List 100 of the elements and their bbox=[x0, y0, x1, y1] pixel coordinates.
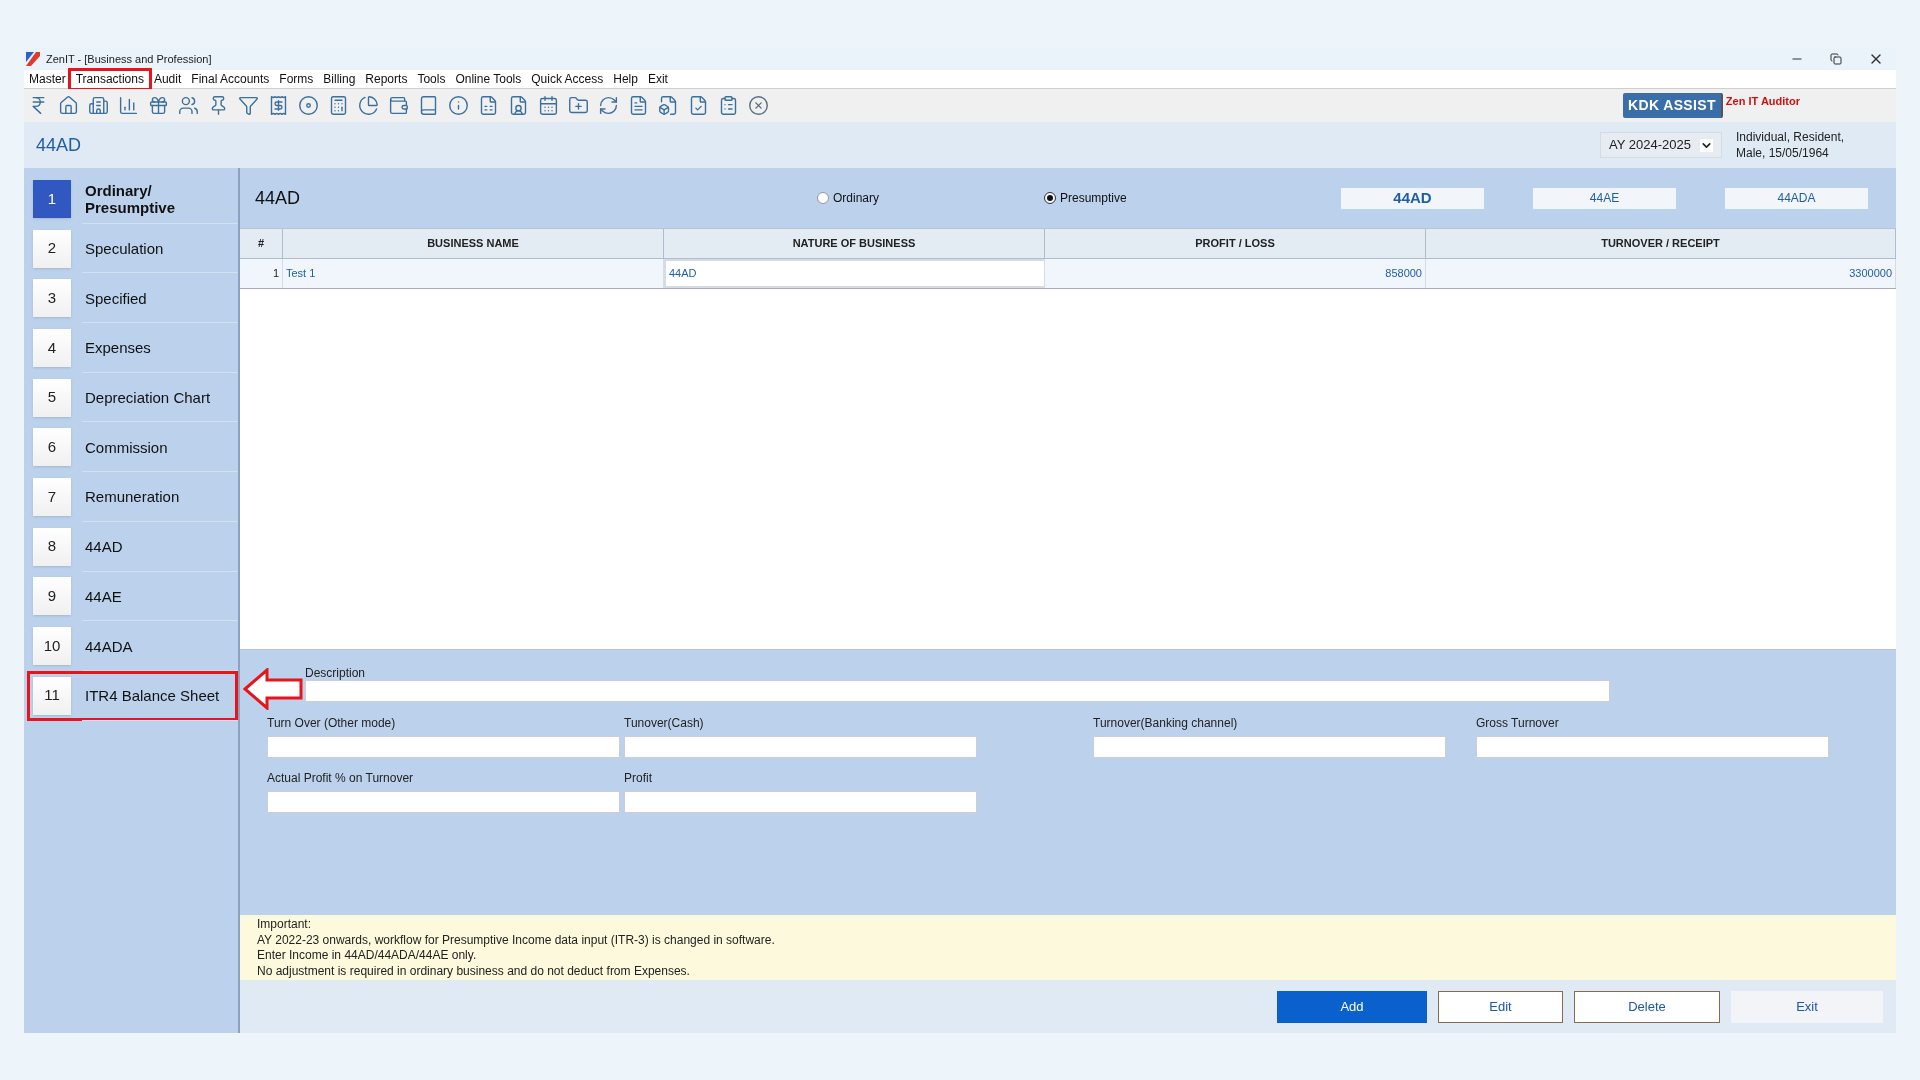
menu-item[interactable]: Transactions bbox=[70, 70, 149, 88]
assist-button[interactable]: KDK ASSIST bbox=[1623, 93, 1723, 118]
filter-icon[interactable] bbox=[238, 95, 259, 116]
pointer-arrow bbox=[243, 668, 303, 710]
home-icon[interactable] bbox=[58, 95, 79, 116]
profile-text: Individual, Resident, bbox=[1736, 129, 1846, 145]
step-number: 2 bbox=[33, 229, 71, 268]
step-number: 9 bbox=[33, 577, 71, 616]
step-number: 3 bbox=[33, 279, 71, 318]
radio-label: Presumptive bbox=[1060, 190, 1127, 207]
page-title: 44AD bbox=[36, 133, 82, 157]
note-text: Enter Income in 44AD/44ADA/44AE only. bbox=[257, 948, 478, 964]
sidebar-item[interactable]: 9 44AE bbox=[27, 571, 238, 622]
restore-icon[interactable] bbox=[1830, 53, 1842, 65]
sidebar-item[interactable]: 10 44ADA bbox=[27, 621, 238, 671]
step-number: 1 bbox=[33, 179, 71, 218]
menu-item[interactable]: Tools bbox=[412, 70, 451, 88]
sidebar-item[interactable]: 7 Remuneration bbox=[27, 472, 238, 522]
section-tab[interactable]: 44ADA bbox=[1725, 187, 1868, 209]
action-button[interactable]: Edit bbox=[1438, 990, 1563, 1023]
bar-chart-icon[interactable] bbox=[118, 95, 139, 116]
dropdown-caret-icon bbox=[1700, 138, 1713, 152]
action-button[interactable]: Exit bbox=[1731, 990, 1883, 1023]
note-text: Important: bbox=[257, 917, 313, 933]
book-icon[interactable] bbox=[418, 95, 439, 116]
sidebar-item[interactable]: 11 ITR4 Balance Sheet bbox=[27, 670, 238, 721]
product-name: Zen IT Auditor bbox=[1725, 94, 1800, 109]
menu-item[interactable]: Billing bbox=[318, 70, 361, 88]
step-label: 44AD bbox=[85, 538, 124, 556]
menu-item[interactable]: Help bbox=[608, 70, 643, 88]
calculator-icon[interactable] bbox=[328, 95, 349, 116]
field-label: Profit bbox=[624, 771, 653, 785]
step-label: Depreciation Chart bbox=[85, 389, 212, 407]
sidebar-item[interactable]: 5 Depreciation Chart bbox=[27, 372, 238, 423]
step-number: 7 bbox=[33, 477, 71, 516]
clipboard-icon[interactable] bbox=[718, 95, 739, 116]
menu-item[interactable]: Final Accounts bbox=[186, 70, 275, 88]
menu-item[interactable]: Reports bbox=[360, 70, 413, 88]
gift-icon[interactable] bbox=[148, 95, 169, 116]
receipt-icon[interactable] bbox=[268, 95, 289, 116]
document-icon[interactable] bbox=[628, 95, 649, 116]
close-circle-icon[interactable] bbox=[748, 95, 769, 116]
step-label: Expenses bbox=[85, 339, 152, 357]
amount-field[interactable] bbox=[1476, 736, 1829, 758]
sidebar-item[interactable]: 4 Expenses bbox=[27, 323, 238, 373]
sidebar-item[interactable]: 8 44AD bbox=[27, 521, 238, 572]
step-label: Commission bbox=[85, 438, 169, 456]
wallet-icon[interactable] bbox=[388, 95, 409, 116]
field-label: Turnover(Banking channel) bbox=[1093, 716, 1239, 730]
amount-field[interactable] bbox=[624, 736, 977, 758]
section-tab[interactable]: 44AE bbox=[1533, 187, 1676, 209]
app-logo-icon bbox=[26, 52, 40, 66]
people-icon[interactable] bbox=[178, 95, 199, 116]
menu-item[interactable]: Master bbox=[24, 70, 71, 88]
amount-field[interactable] bbox=[267, 736, 620, 758]
disc-icon[interactable] bbox=[298, 95, 319, 116]
folder-icon[interactable] bbox=[568, 95, 589, 116]
field-label: Actual Profit % on Turnover bbox=[267, 771, 415, 785]
action-button[interactable]: Add bbox=[1277, 990, 1427, 1023]
field-label: Turn Over (Other mode) bbox=[267, 716, 397, 730]
year-dropdown[interactable]: AY 2024-2025 bbox=[1600, 132, 1722, 158]
sidebar-item[interactable]: 6 Commission bbox=[27, 422, 238, 473]
amount-field[interactable] bbox=[1093, 736, 1446, 758]
amount-field[interactable] bbox=[624, 791, 977, 813]
sheet-icon[interactable] bbox=[478, 95, 499, 116]
menu-item[interactable]: Quick Access bbox=[526, 70, 609, 88]
radio-button[interactable] bbox=[817, 192, 829, 204]
note-text: No adjustment is required in ordinary business and do not deduct from Expenses. bbox=[257, 963, 691, 979]
step-label: 44ADA bbox=[85, 637, 134, 655]
step-label: Specified bbox=[85, 289, 148, 307]
checked-file-icon[interactable] bbox=[688, 95, 709, 116]
description-field[interactable] bbox=[305, 680, 1610, 702]
step-number: 8 bbox=[33, 527, 71, 566]
pie-chart-icon[interactable] bbox=[358, 95, 379, 116]
file-icon[interactable] bbox=[658, 95, 679, 116]
info-icon[interactable] bbox=[448, 95, 469, 116]
sidebar-item[interactable]: 2 Speculation bbox=[27, 223, 238, 274]
user-file-icon[interactable] bbox=[508, 95, 529, 116]
amount-field[interactable] bbox=[267, 791, 620, 813]
step-number: 11 bbox=[33, 676, 71, 715]
section-tab[interactable]: 44AD bbox=[1341, 187, 1484, 209]
step-number: 6 bbox=[33, 428, 71, 467]
table-cell: 44AD bbox=[664, 259, 1045, 288]
sidebar-item[interactable]: 3 Specified bbox=[27, 273, 238, 324]
building-icon[interactable] bbox=[88, 95, 109, 116]
window-title: ZenIT - [Business and Profession] bbox=[46, 51, 212, 67]
menu-item[interactable]: Forms bbox=[274, 70, 319, 88]
panel-title: 44AD bbox=[255, 186, 302, 210]
menu-item[interactable]: Online Tools bbox=[450, 70, 527, 88]
action-button[interactable]: Delete bbox=[1574, 990, 1720, 1023]
field-label: Description bbox=[305, 666, 366, 680]
menu-item[interactable]: Audit bbox=[148, 70, 187, 88]
radio-button[interactable] bbox=[1044, 192, 1056, 204]
calendar-icon[interactable] bbox=[538, 95, 559, 116]
step-label: Ordinary/ Presumptive bbox=[85, 181, 177, 216]
sidebar-item[interactable]: 1 Ordinary/ Presumptive bbox=[27, 174, 238, 224]
refresh-icon[interactable] bbox=[598, 95, 619, 116]
menu-item[interactable]: Exit bbox=[642, 70, 673, 88]
step-label: 44AE bbox=[85, 587, 123, 605]
table-cell: 3300000 bbox=[1426, 259, 1896, 288]
